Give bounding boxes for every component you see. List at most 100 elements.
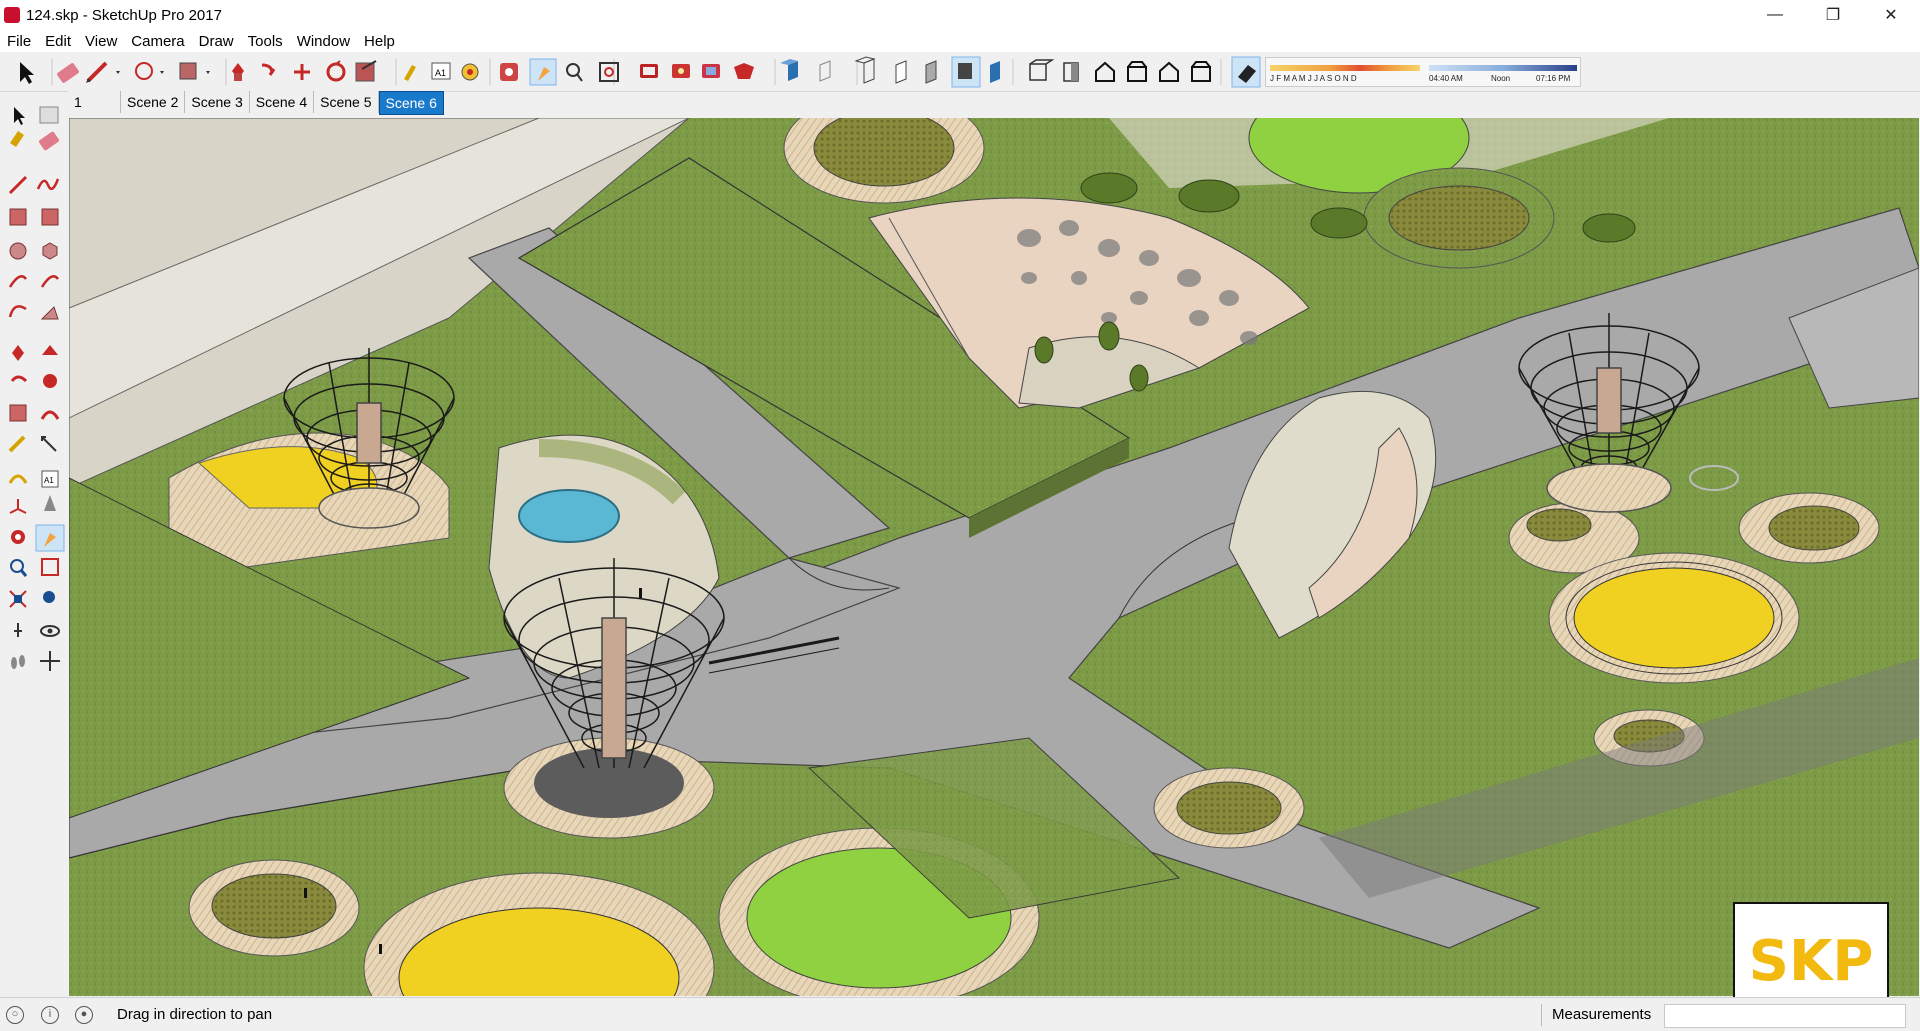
pan-icon [35, 524, 65, 552]
restore-icon[interactable]: ❐ [1804, 0, 1862, 30]
menu-help[interactable]: Help [357, 33, 402, 50]
menu-tools[interactable]: Tools [241, 33, 290, 50]
zoom-icon [529, 58, 557, 86]
eraser-icon [57, 63, 79, 83]
scene-tab-5[interactable]: Scene 5 [314, 91, 379, 113]
svg-text:A1: A1 [44, 476, 54, 485]
tape-measure-icon [8, 435, 26, 453]
user-icon[interactable]: ● [75, 1006, 93, 1024]
axes-icon [9, 499, 27, 514]
camera-view-icon [1191, 61, 1211, 82]
paint-bucket-icon [404, 65, 416, 81]
three-point-arc-icon [8, 305, 27, 318]
menu-draw[interactable]: Draw [192, 33, 241, 50]
menu-camera[interactable]: Camera [124, 33, 191, 50]
status-bar: ○ i ● Drag in direction to pan Measureme… [0, 997, 1920, 1031]
scale-icon [9, 404, 27, 422]
back-view-icon [1127, 61, 1147, 82]
two-point-arc-icon [40, 275, 59, 288]
line-icon [8, 175, 28, 195]
time-slider[interactable] [1429, 65, 1577, 71]
tape-measure-icon [355, 60, 377, 82]
protractor-icon [8, 474, 28, 484]
scene-tab-1[interactable]: 1 [68, 91, 121, 113]
previous-view-icon [43, 591, 55, 603]
orbit-icon [11, 530, 25, 544]
menu-window[interactable]: Window [290, 33, 357, 50]
rotated-rectangle-icon [41, 208, 59, 226]
paint-bucket-icon [10, 131, 24, 147]
back-edges-icon [780, 59, 798, 81]
polygon-icon [42, 242, 58, 260]
3d-text-icon [44, 495, 56, 511]
position-camera-icon [14, 623, 22, 637]
zoom-extents-icon [9, 590, 27, 608]
zoom-extents-icon [566, 63, 583, 82]
scale-icon [294, 64, 310, 80]
shadows-toggle-icon [1231, 56, 1261, 88]
xray-icon [734, 63, 754, 79]
svg-text:A1: A1 [435, 68, 446, 78]
menu-edit[interactable]: Edit [38, 33, 78, 50]
circle-icon [9, 242, 27, 260]
iso-view-icon [990, 61, 1000, 83]
pan-icon [500, 63, 518, 81]
section-plane-icon [40, 651, 60, 671]
pie-icon [40, 306, 59, 320]
follow-me-icon [43, 374, 57, 388]
warehouse-icon [599, 62, 619, 82]
status-hint: Drag in direction to pan [117, 1006, 273, 1023]
close-icon[interactable]: ✕ [1862, 0, 1920, 30]
menu-bar: File Edit View Camera Draw Tools Window … [0, 30, 1920, 52]
model-viewport[interactable] [69, 118, 1919, 996]
scene-tab-4[interactable]: Scene 4 [249, 91, 315, 113]
minimize-icon[interactable]: — [1746, 0, 1804, 30]
shape-icon [135, 62, 164, 80]
shaded-icon [895, 60, 907, 84]
text-icon: A1 [41, 470, 59, 488]
menu-view[interactable]: View [78, 33, 124, 50]
move-icon [232, 63, 244, 81]
menu-file[interactable]: File [0, 33, 38, 50]
pencil-icon [86, 61, 120, 83]
component-icon [39, 106, 59, 124]
time-noon: Noon [1491, 74, 1511, 83]
skp-logo-text: SKP [1748, 928, 1874, 994]
orbit-icon [461, 63, 479, 81]
push-pull-icon [42, 345, 58, 355]
time-start: 04:40 AM [1429, 74, 1463, 83]
look-around-icon [40, 625, 60, 637]
rotate-icon [10, 375, 28, 383]
arc-icon [8, 275, 27, 288]
window-title: 124.skp - SketchUp Pro 2017 [26, 6, 222, 24]
geo-location-icon[interactable]: ○ [6, 1006, 24, 1024]
top-view-icon [1029, 59, 1055, 81]
title-bar: 124.skp - SketchUp Pro 2017 — ❐ ✕ [0, 0, 1920, 30]
zoom-window-icon [41, 558, 59, 576]
wireframe-icon [819, 60, 831, 82]
front-view-icon [1063, 62, 1079, 82]
hidden-line-icon [854, 56, 876, 84]
move-icon [12, 345, 24, 361]
month-slider[interactable] [1270, 65, 1420, 71]
main-toolbar: A1 [0, 53, 1920, 92]
scene-tab-2[interactable]: Scene 2 [121, 91, 186, 113]
rotate-icon [261, 63, 276, 76]
right-view-icon [1095, 61, 1115, 82]
shaded-textures-icon [925, 60, 937, 84]
sketchup-app-icon [4, 7, 20, 23]
offset-icon [326, 60, 346, 82]
time-end: 07:16 PM [1536, 74, 1571, 83]
extension-icon [640, 64, 658, 78]
status-divider [1541, 1004, 1542, 1026]
push-pull-icon [179, 62, 210, 80]
text-icon: A1 [431, 62, 451, 80]
scene-tab-6[interactable]: Scene 6 [378, 91, 444, 115]
select-tool-icon [14, 107, 25, 125]
offset-icon [40, 410, 60, 420]
info-icon[interactable]: i [41, 1006, 59, 1024]
measurements-input[interactable] [1664, 1004, 1906, 1028]
walk-icon [11, 655, 25, 669]
freehand-icon [36, 178, 60, 191]
scene-tab-3[interactable]: Scene 3 [185, 91, 250, 113]
